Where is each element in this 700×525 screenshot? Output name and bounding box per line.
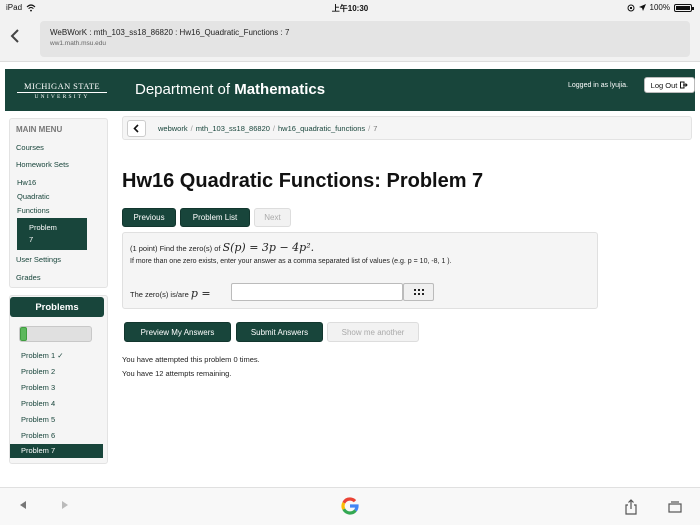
address-bar[interactable]: WeBWorK : mth_103_ss18_86820 : Hw16_Quad… <box>40 21 690 57</box>
problem-link-label: Problem 1 <box>21 351 56 360</box>
location-arrow-icon <box>638 4 646 11</box>
show-another-button[interactable]: Show me another <box>327 322 419 342</box>
problem-link-4[interactable]: Problem 4 <box>21 399 55 408</box>
equation-editor-button[interactable] <box>403 283 434 301</box>
tabs-icon[interactable] <box>668 500 682 513</box>
dept-strong: Mathematics <box>234 81 326 98</box>
problem-statement: (1 point) Find the zero(s) of S(p) = 3p … <box>130 241 314 254</box>
answer-label: The zero(s) is/are p = <box>130 287 211 300</box>
browser-back-button[interactable] <box>20 501 26 512</box>
problem-link-6[interactable]: Problem 6 <box>21 431 55 440</box>
sidebar-item-grades[interactable]: Grades <box>16 273 41 282</box>
breadcrumb-item[interactable]: hw16_quadratic_functions <box>278 124 365 133</box>
progress-bar <box>19 326 92 342</box>
site-header: MICHIGAN STATE UNIVERSITY Department of … <box>5 69 695 111</box>
sidebar-item-user-settings[interactable]: User Settings <box>16 255 61 264</box>
ios-status-bar: iPad 上午10:30 100% <box>0 0 700 16</box>
battery-icon <box>674 3 694 12</box>
logout-label: Log Out <box>650 80 678 90</box>
chevron-left-icon <box>133 124 139 133</box>
logo-line2: UNIVERSITY <box>34 94 90 100</box>
browser-url: ww1.math.msu.edu <box>50 40 106 47</box>
problem-list-button[interactable]: Problem List <box>180 208 250 227</box>
browser-page-title: WeBWorK : mth_103_ss18_86820 : Hw16_Quad… <box>50 28 290 37</box>
triangle-left-icon <box>20 501 26 509</box>
set-line: Quadratic <box>17 192 50 201</box>
msu-logo[interactable]: MICHIGAN STATE UNIVERSITY <box>17 81 107 100</box>
problem-link-2[interactable]: Problem 2 <box>21 367 55 376</box>
rotation-lock-icon <box>627 4 635 11</box>
main-menu-heading: MAIN MENU <box>16 125 63 134</box>
sidebar-item-current-problem[interactable]: Problem 7 <box>17 218 87 250</box>
next-button[interactable]: Next <box>254 208 291 227</box>
browser-back-button[interactable] <box>10 28 20 48</box>
battery-percent: 100% <box>649 3 670 12</box>
browser-forward-button[interactable] <box>62 501 68 512</box>
google-logo-icon[interactable] <box>339 495 361 517</box>
attempts-remaining: You have 12 attempts remaining. <box>122 369 232 378</box>
share-icon[interactable] <box>624 499 638 515</box>
problem-function: S(p) = 3p − 4p². <box>222 241 315 254</box>
dept-prefix: Department of <box>135 81 231 98</box>
sidebar-item-homework-sets[interactable]: Homework Sets <box>16 160 69 169</box>
problem-link-5[interactable]: Problem 5 <box>21 415 55 424</box>
answer-label-text: The zero(s) is/are <box>130 290 189 299</box>
problem-link-3[interactable]: Problem 3 <box>21 383 55 392</box>
problem-instruction: If more than one zero exists, enter your… <box>130 258 452 265</box>
preview-answers-button[interactable]: Preview My Answers <box>124 322 231 342</box>
keypad-icon <box>413 288 424 295</box>
set-line: Hw16 <box>17 178 37 187</box>
sidebar-item-courses[interactable]: Courses <box>16 143 44 152</box>
browser-toolbar: WeBWorK : mth_103_ss18_86820 : Hw16_Quad… <box>0 16 700 62</box>
triangle-right-icon <box>62 501 68 509</box>
breadcrumb-item[interactable]: webwork <box>158 124 188 133</box>
breadcrumb: webwork / mth_103_ss18_86820/hw16_quadrati… <box>122 116 692 140</box>
problem-line: 7 <box>29 235 34 244</box>
problem-points: (1 point) Find the zero(s) of <box>130 244 221 253</box>
logo-line1: MICHIGAN STATE <box>17 81 107 93</box>
problem-line: Problem <box>29 223 57 232</box>
problems-panel-title: Problems <box>10 297 104 317</box>
submit-answers-button[interactable]: Submit Answers <box>236 322 323 342</box>
page-title: Hw16 Quadratic Functions: Problem 7 <box>122 170 484 192</box>
progress-fill <box>20 327 28 341</box>
attempts-made: You have attempted this problem 0 times. <box>122 355 260 364</box>
department-title: Department of Mathematics <box>135 81 325 98</box>
breadcrumb-current: 7 <box>373 124 378 133</box>
breadcrumb-back-button[interactable] <box>127 120 146 137</box>
answer-variable: p = <box>190 287 211 300</box>
sign-out-icon <box>680 81 689 89</box>
set-line: Functions <box>17 206 50 215</box>
previous-button[interactable]: Previous <box>122 208 176 227</box>
problem-body: (1 point) Find the zero(s) of S(p) = 3p … <box>122 232 598 309</box>
problem-link-1[interactable]: Problem 1 ✓ <box>21 351 64 360</box>
answer-input[interactable] <box>231 283 403 301</box>
problem-link-active[interactable]: Problem 7 <box>10 444 103 458</box>
checkmark-icon: ✓ <box>57 351 64 360</box>
breadcrumb-item[interactable]: mth_103_ss18_86820 <box>196 124 270 133</box>
chevron-left-icon <box>10 29 19 43</box>
logout-button[interactable]: Log Out <box>644 77 695 93</box>
sidebar-item-current-set[interactable]: Hw16 Quadratic Functions <box>17 176 77 218</box>
breadcrumb-trail: webwork / mth_103_ss18_86820/hw16_quadrati… <box>158 124 378 133</box>
logged-in-text: Logged in as lyujia. <box>568 82 628 89</box>
browser-bottom-bar <box>0 487 700 525</box>
status-time: 上午10:30 <box>331 4 369 13</box>
